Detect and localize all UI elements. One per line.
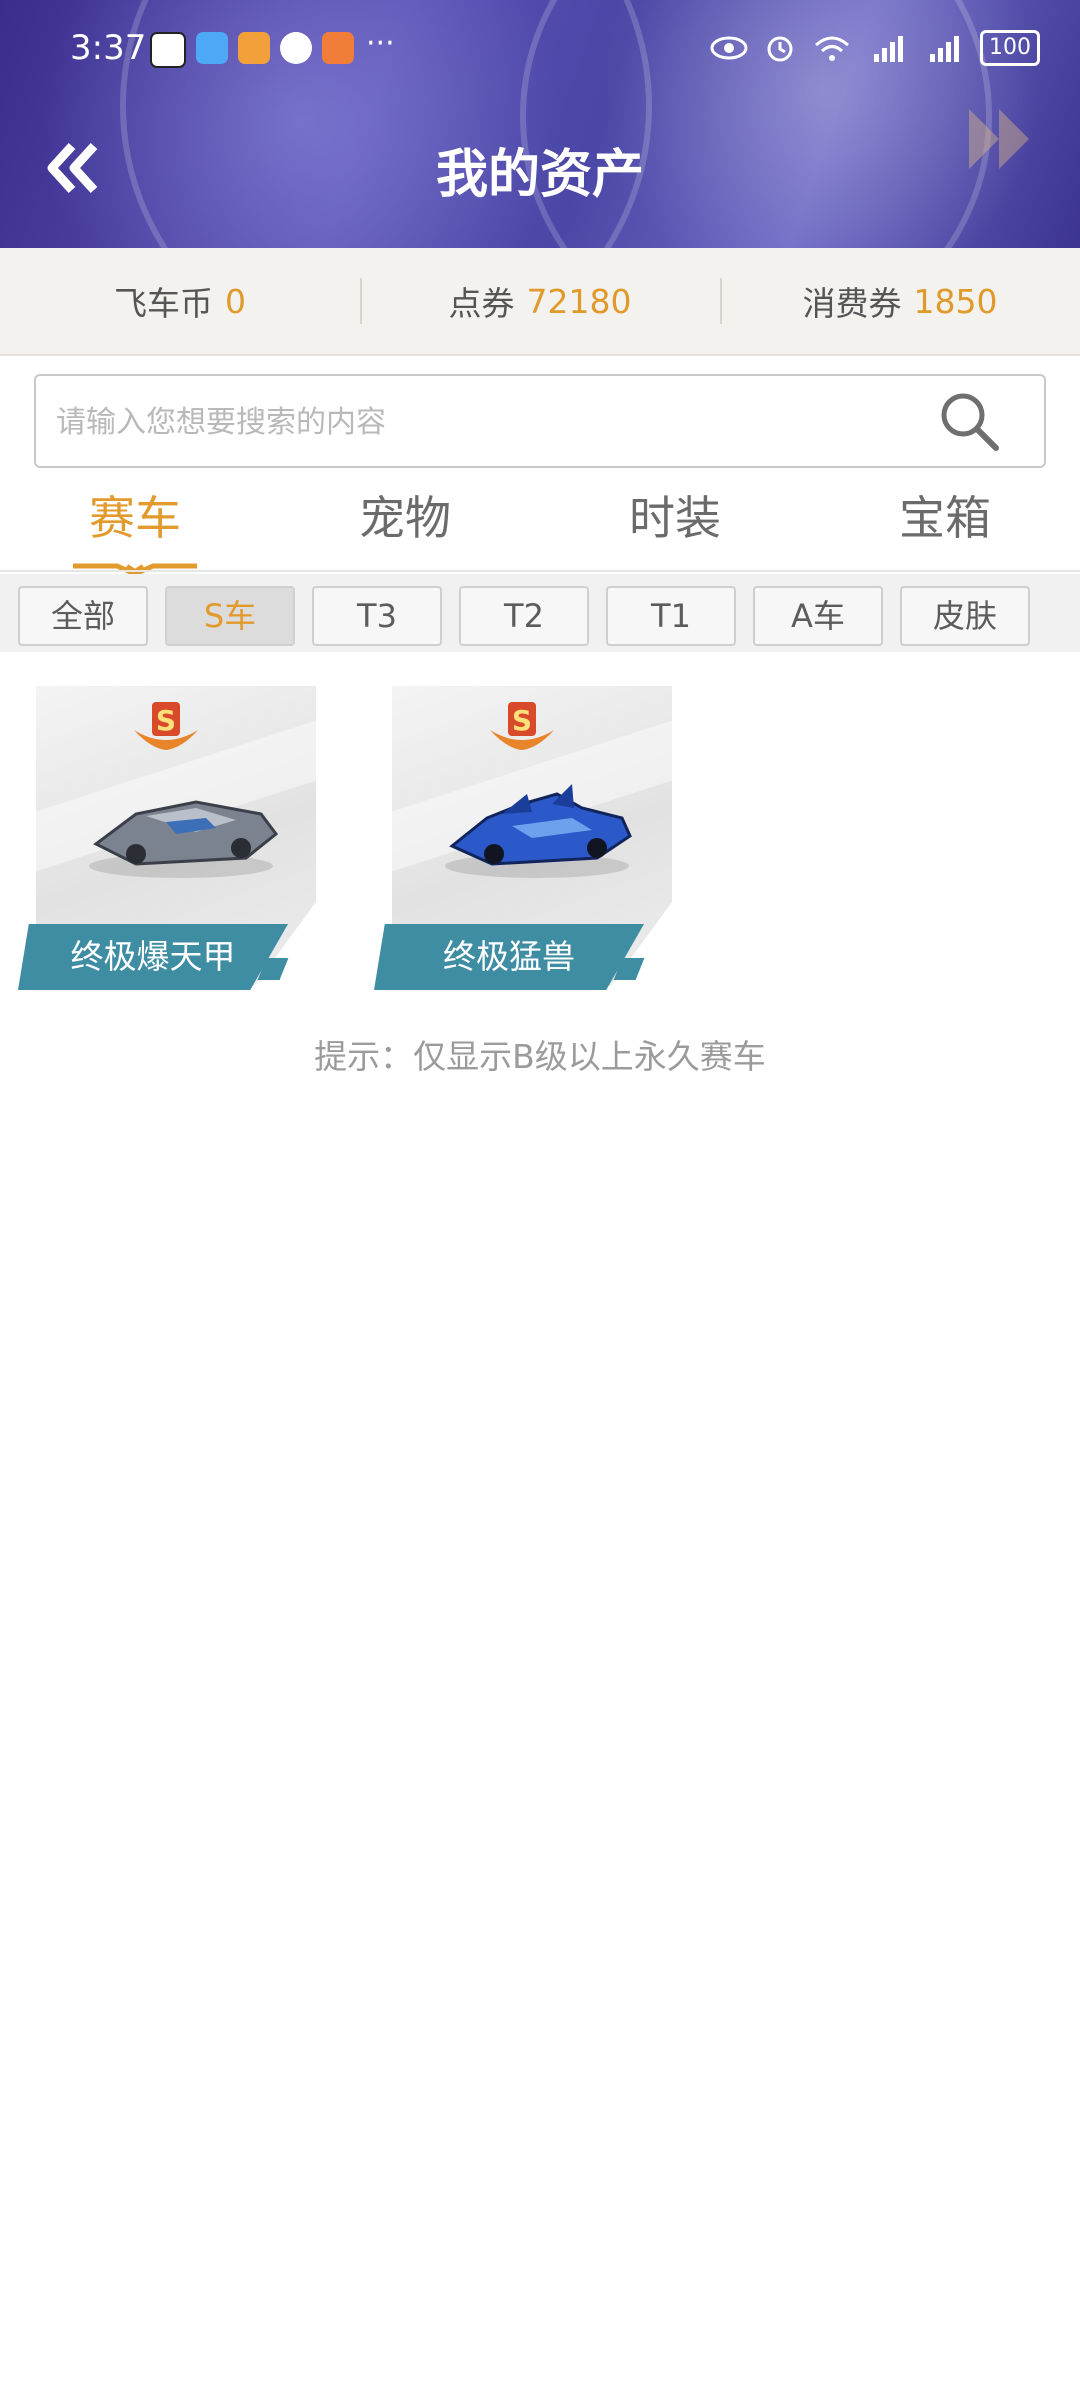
header-banner: 3:37 ··· 100 我的资产 <box>0 0 1080 248</box>
alarm-icon <box>767 36 793 62</box>
search-box <box>34 374 1046 468</box>
car-image <box>89 800 279 878</box>
filter-t1[interactable]: T1 <box>606 586 736 646</box>
item-name: 终极爆天甲 <box>18 924 288 990</box>
signal-4g-icon <box>930 36 959 62</box>
balance-value: 0 <box>225 281 246 321</box>
wifi-icon <box>815 36 849 61</box>
balance-label: 点券 <box>448 284 515 323</box>
balance-points: 点券 72180 <box>360 248 720 354</box>
more-notifications-icon: ··· <box>366 26 395 61</box>
category-tabs: 赛车 宠物 时装 宝箱 <box>0 478 1080 576</box>
play-app-icon <box>322 32 354 64</box>
car-image <box>445 784 632 878</box>
svg-text:S: S <box>156 704 176 737</box>
tab-label: 宝箱 <box>899 491 991 545</box>
tab-racecar[interactable]: 赛车 <box>0 478 270 576</box>
filter-skin[interactable]: 皮肤 <box>900 586 1030 646</box>
status-bar: 3:37 ··· 100 <box>0 0 1080 100</box>
item-card[interactable]: S 终极爆天甲 <box>18 686 318 992</box>
search-icon[interactable] <box>938 390 1000 452</box>
game-logo-icon <box>969 109 1029 169</box>
status-time: 3:37 <box>70 28 147 68</box>
filter-s-car[interactable]: S车 <box>165 586 295 646</box>
filter-all[interactable]: 全部 <box>18 586 148 646</box>
balance-value: 1850 <box>913 281 998 321</box>
item-name: 终极猛兽 <box>374 924 644 990</box>
signal-5g-icon <box>874 36 903 62</box>
system-icons: 100 <box>710 30 1040 66</box>
notification-icons <box>150 32 354 68</box>
app-notification-icon <box>150 32 186 68</box>
balance-label: 消费券 <box>802 284 902 323</box>
tab-chests[interactable]: 宝箱 <box>810 478 1080 570</box>
tab-label: 宠物 <box>359 491 451 545</box>
item-card[interactable]: S 终极猛兽 <box>374 686 674 992</box>
tab-pets[interactable]: 宠物 <box>270 478 540 570</box>
balance-bar: 飞车币 0 点券 72180 消费券 1850 <box>0 248 1080 356</box>
filter-a-car[interactable]: A车 <box>753 586 883 646</box>
s-grade-badge-icon: S <box>490 702 554 750</box>
balance-value: 72180 <box>526 281 632 321</box>
reader-app-icon <box>196 32 228 64</box>
battery-indicator: 100 <box>980 30 1040 66</box>
eye-icon <box>710 36 748 60</box>
message-bubble-icon <box>280 32 312 64</box>
s-grade-badge-icon: S <box>134 702 198 750</box>
app-notification-icon <box>238 32 270 64</box>
balance-label: 飞车币 <box>114 284 213 323</box>
tab-label: 赛车 <box>89 491 181 545</box>
filter-t3[interactable]: T3 <box>312 586 442 646</box>
svg-text:S: S <box>512 704 532 737</box>
tab-label: 时装 <box>629 491 721 545</box>
balance-coupons: 消费券 1850 <box>720 248 1080 354</box>
filter-t2[interactable]: T2 <box>459 586 589 646</box>
tabs-divider <box>0 570 1080 572</box>
filter-bar: 全部 S车 T3 T2 T1 A车 皮肤 <box>0 574 1080 652</box>
tab-fashion[interactable]: 时装 <box>540 478 810 570</box>
hint-text: 提示：仅显示B级以上永久赛车 <box>314 1037 766 1076</box>
search-input[interactable] <box>54 376 938 468</box>
balance-flycoin: 飞车币 0 <box>0 248 360 354</box>
page-title: 我的资产 <box>435 145 644 205</box>
